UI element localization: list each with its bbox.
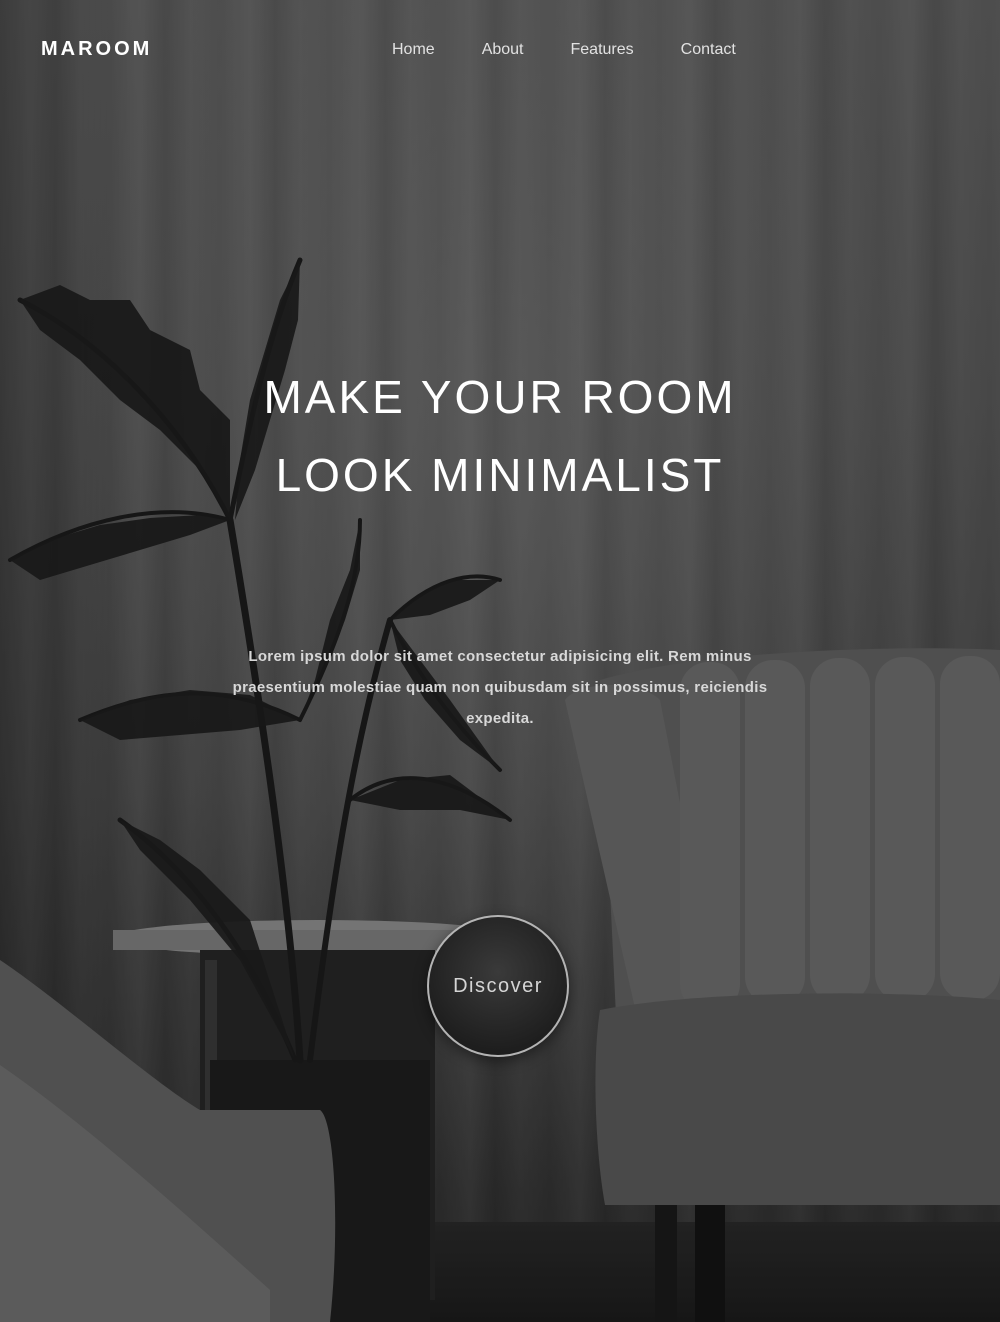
hero-headline: MAKE YOUR ROOM LOOK MINIMALIST	[0, 358, 1000, 514]
nav-link-about[interactable]: About	[482, 41, 524, 59]
nav-link-contact[interactable]: Contact	[681, 41, 736, 59]
hero-description: Lorem ipsum dolor sit amet consectetur a…	[232, 648, 768, 727]
nav-menu: Home About Features Contact	[392, 41, 736, 59]
hero-headline-line-1: MAKE YOUR ROOM	[263, 371, 737, 423]
hero-section: MAROOM Home About Features Contact MAKE …	[0, 0, 1000, 1322]
nav-link-home[interactable]: Home	[392, 41, 435, 59]
navbar: MAROOM Home About Features Contact	[0, 0, 1000, 102]
nav-link-features[interactable]: Features	[571, 41, 634, 59]
brand-logo[interactable]: MAROOM	[41, 38, 152, 61]
discover-button[interactable]: Discover	[427, 915, 569, 1057]
hero-headline-line-2: LOOK MINIMALIST	[275, 449, 725, 501]
